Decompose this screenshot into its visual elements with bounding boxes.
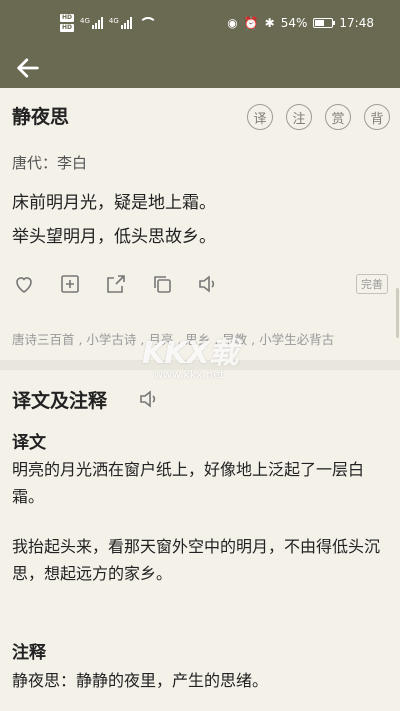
- poem-line: 举头望明月，低头思故乡。: [12, 227, 216, 247]
- status-left: HD HD 4G 4G: [60, 14, 157, 32]
- poem-card: 静夜思 译 注 赏 背 唐代：李白 床前明月光，疑是地上霜。 举头望明月，低头思…: [0, 88, 400, 360]
- scrollbar[interactable]: [396, 288, 399, 338]
- status-bar: HD HD 4G 4G ◉ ⏰ ✱ 54% 17:48: [0, 0, 400, 48]
- signal-icon: 4G: [109, 17, 132, 29]
- battery-icon: [313, 18, 336, 28]
- poem-line: 床前明月光，疑是地上霜。: [12, 193, 216, 213]
- notes-heading: 注释: [12, 643, 46, 663]
- section-title: 译文及注释: [12, 390, 108, 412]
- battery-percent: 54%: [280, 16, 308, 30]
- recite-button[interactable]: 背: [364, 104, 390, 130]
- perfect-button[interactable]: 完善: [356, 274, 388, 294]
- speaker-icon[interactable]: [137, 387, 161, 411]
- hd-icon: HD HD: [60, 14, 75, 32]
- notes-paragraph: 静夜思：静静的夜里，产生的思绪。: [12, 671, 269, 690]
- appreciate-button[interactable]: 赏: [325, 104, 351, 130]
- heart-icon[interactable]: [12, 272, 36, 296]
- eye-icon: ◉: [227, 16, 238, 30]
- speaker-icon[interactable]: [196, 272, 220, 296]
- alarm-icon: ⏰: [243, 16, 259, 30]
- poem-tags[interactable]: 唐诗三百首 , 小学古诗 , 月亮 , 思乡 , 早教 , 小学生必背古: [12, 329, 334, 348]
- poem-author: 唐代：李白: [12, 154, 88, 172]
- translation-heading: 译文: [12, 433, 46, 453]
- clock: 17:48: [339, 16, 374, 30]
- signal-icon: 4G: [80, 17, 103, 29]
- add-box-icon[interactable]: [58, 272, 82, 296]
- share-icon[interactable]: [104, 272, 128, 296]
- translation-card: 译文及注释 译文 明亮的月光洒在窗户纸上，好像地上泛起了一层白霜。 我抬起头来，…: [0, 370, 400, 711]
- tool-buttons: 译 注 赏 背: [247, 104, 390, 130]
- translation-paragraph: 明亮的月光洒在窗户纸上，好像地上泛起了一层白霜。: [12, 460, 365, 506]
- copy-icon[interactable]: [150, 272, 174, 296]
- app-bar: [0, 48, 400, 88]
- action-bar: [12, 272, 220, 296]
- annotate-button[interactable]: 注: [286, 104, 312, 130]
- bluetooth-icon: ✱: [264, 16, 275, 30]
- translation-paragraph: 我抬起头来，看那天窗外空中的明月，不由得低头沉思，想起远方的家乡。: [12, 537, 381, 583]
- arrow-left-icon[interactable]: [14, 54, 42, 82]
- wifi-icon: [138, 17, 157, 29]
- status-right: ◉ ⏰ ✱ 54% 17:48: [227, 16, 374, 30]
- translate-button[interactable]: 译: [247, 104, 273, 130]
- battery-fill: [315, 20, 325, 26]
- poem-title: 静夜思: [12, 106, 70, 128]
